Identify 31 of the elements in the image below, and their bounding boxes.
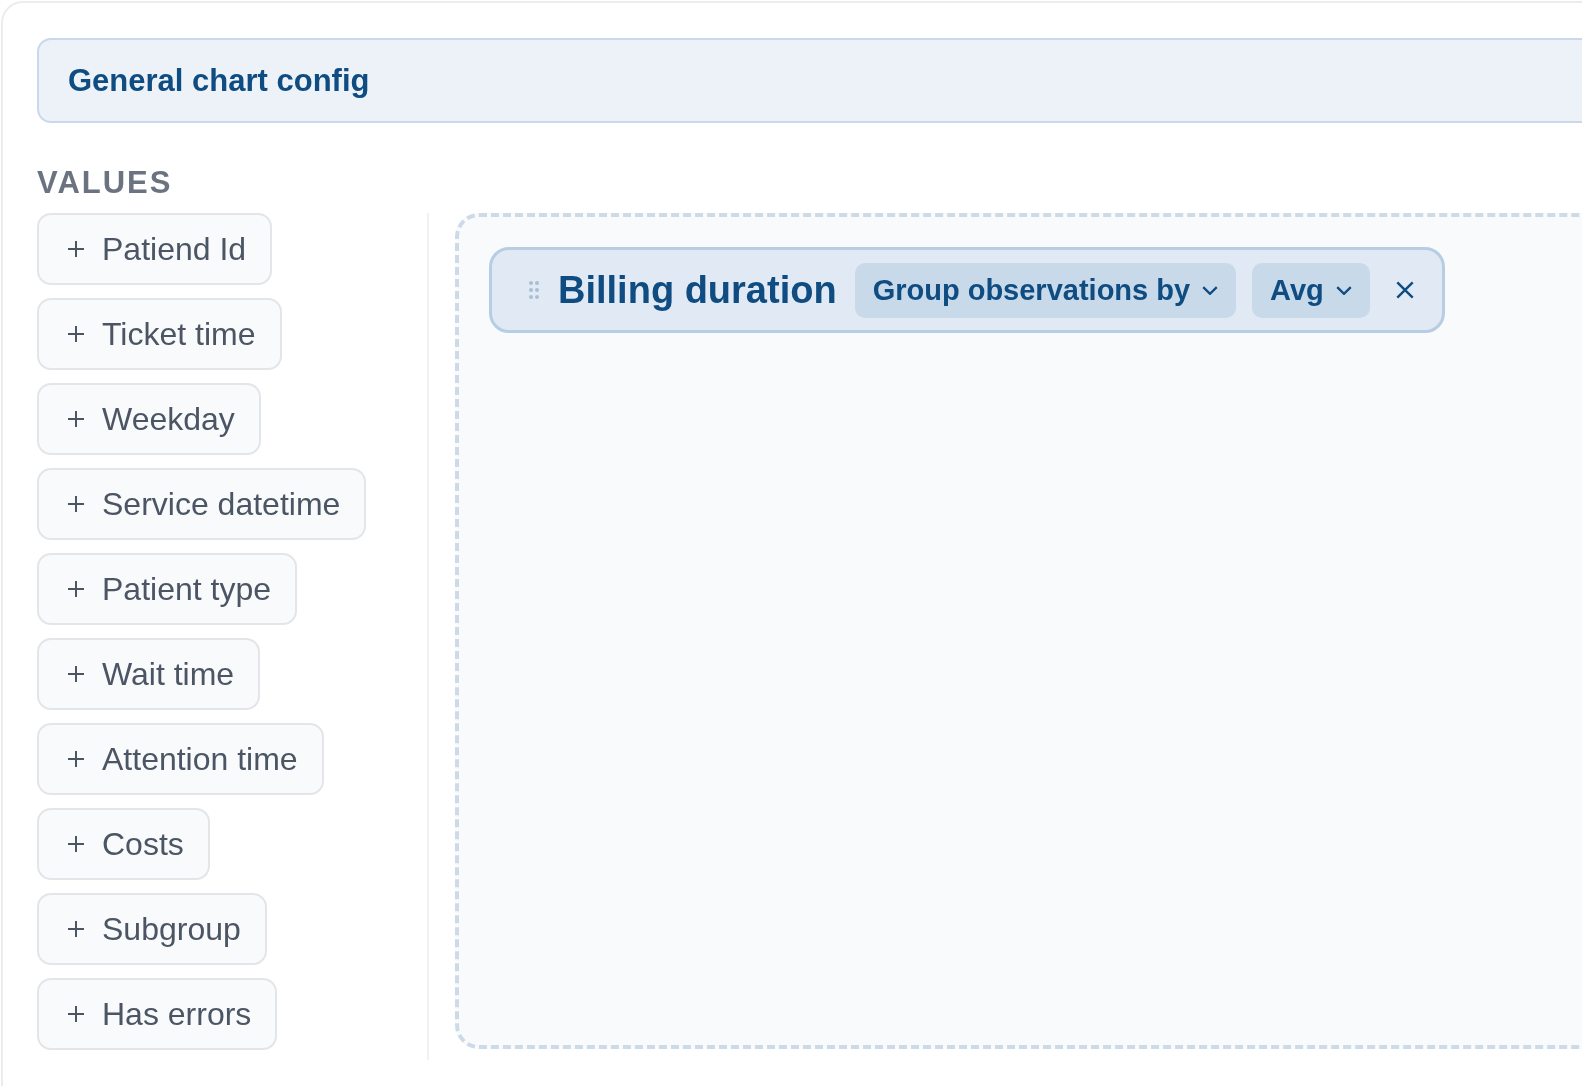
plus-icon bbox=[66, 409, 86, 429]
aggregation-dropdown[interactable]: Avg bbox=[1252, 262, 1370, 318]
values-label: VALUES bbox=[37, 165, 174, 201]
add-value-button[interactable]: Patiend Id bbox=[37, 213, 273, 285]
plus-icon bbox=[66, 834, 86, 854]
add-value-button[interactable]: Patient type bbox=[37, 553, 297, 625]
group-by-dropdown[interactable]: Group observations by bbox=[854, 262, 1237, 318]
add-value-button[interactable]: Ticket time bbox=[37, 298, 282, 370]
plus-icon bbox=[66, 919, 86, 939]
chevron-down-icon bbox=[1202, 285, 1219, 295]
plus-icon bbox=[66, 749, 86, 769]
section-header[interactable]: General chart config bbox=[37, 38, 1582, 123]
plus-icon bbox=[66, 239, 86, 259]
add-value-button[interactable]: Has errors bbox=[37, 978, 278, 1050]
drag-handle-icon[interactable] bbox=[528, 280, 540, 300]
plus-icon bbox=[66, 494, 86, 514]
plus-icon bbox=[66, 664, 86, 684]
add-value-button[interactable]: Service datetime bbox=[37, 468, 367, 540]
section-title: General chart config bbox=[68, 62, 370, 99]
drop-zone[interactable]: Billing duration Group observations by Avg bbox=[455, 213, 1582, 1049]
add-value-button[interactable]: Weekday bbox=[37, 383, 261, 455]
add-value-button[interactable]: Costs bbox=[37, 808, 210, 880]
add-value-button[interactable]: Attention time bbox=[37, 723, 324, 795]
plus-icon bbox=[66, 324, 86, 344]
field-title: Billing duration bbox=[558, 268, 837, 312]
field-chip[interactable]: Billing duration Group observations by Avg bbox=[489, 247, 1445, 333]
plus-icon bbox=[66, 1004, 86, 1024]
add-value-button[interactable]: Subgroup bbox=[37, 893, 267, 965]
plus-icon bbox=[66, 579, 86, 599]
add-value-button[interactable]: Wait time bbox=[37, 638, 261, 710]
chevron-down-icon bbox=[1335, 285, 1352, 295]
